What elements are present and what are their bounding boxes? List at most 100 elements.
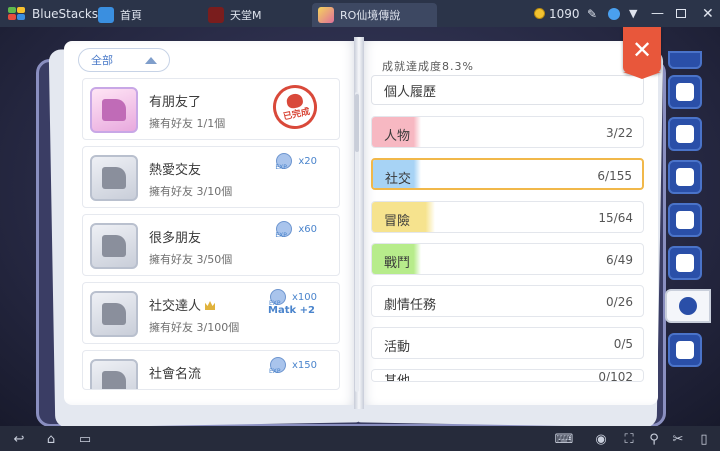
achievement-desc: 擁有好友 3/10個 (149, 185, 233, 198)
exp-icon (275, 221, 293, 239)
side-tab-medal[interactable] (665, 289, 711, 323)
crown-icon (205, 301, 216, 310)
completed-stamp-text: 已完成 (282, 107, 311, 123)
back-icon[interactable]: ↩ (8, 431, 30, 447)
bag-icon (676, 254, 694, 272)
category-story-quests[interactable]: 劇情任務 0/26 (371, 285, 644, 317)
category-label: 人物 (384, 129, 411, 144)
minimize-icon[interactable]: — (651, 0, 664, 27)
category-count: 6/49 (606, 253, 633, 267)
reward-amount: x100 (291, 291, 317, 303)
category-count: 0/26 (606, 295, 633, 309)
side-tab-profile[interactable] (668, 117, 702, 151)
side-tab-pet[interactable] (668, 51, 702, 69)
tab-ro[interactable]: RO仙境傳說 (312, 3, 437, 27)
compass-icon (676, 341, 694, 359)
achievement-item[interactable]: 熱愛交友 擁有好友 3/10個 x20 (82, 146, 340, 208)
side-tab-book[interactable] (668, 160, 702, 194)
head-icon (676, 125, 694, 143)
game-area: 全部 有朋友了 擁有好友 1/1個 已完成 熱愛交友 擁有好友 3/10個 x2… (0, 27, 720, 426)
reward-amount: x150 (291, 359, 317, 371)
category-label: 戰鬥 (384, 256, 411, 271)
tab-home-label: 首頁 (120, 9, 142, 22)
category-adventure[interactable]: 冒險 15/64 (371, 201, 644, 233)
tab-lineage-m[interactable]: 天堂M (202, 3, 307, 27)
category-people[interactable]: 人物 3/22 (371, 116, 644, 148)
personal-record-label: 個人履歷 (384, 84, 437, 100)
tab-lineage-m-label: 天堂M (230, 9, 262, 22)
pin-icon[interactable]: ✎ (587, 0, 597, 27)
app-title: BlueStacks (32, 6, 99, 21)
achievement-name: 有朋友了 (149, 95, 202, 110)
category-other[interactable]: 其他 0/102 (371, 369, 644, 382)
achievement-thumbnail (90, 359, 138, 389)
achievement-desc: 擁有好友 3/50個 (149, 253, 233, 266)
exp-reward: x20 (275, 153, 317, 171)
reward-amount: x20 (298, 155, 317, 167)
side-tab-bag[interactable] (668, 246, 702, 280)
category-label: 其他 (384, 374, 411, 382)
category-label: 活動 (384, 340, 411, 355)
achievement-item[interactable]: 有朋友了 擁有好友 1/1個 已完成 (82, 78, 340, 140)
category-social[interactable]: 社交 6/155 (371, 158, 644, 190)
exp-reward: x150 (269, 357, 317, 375)
exp-icon (269, 289, 286, 307)
exp-reward: x100 (269, 289, 317, 307)
filter-label: 全部 (91, 54, 113, 67)
category-count: 0/5 (613, 337, 633, 351)
stat-bonus: Matk +2 (268, 305, 315, 316)
tab-ro-label: RO仙境傳說 (340, 9, 401, 22)
category-count: 3/22 (606, 126, 633, 140)
chat-icon (676, 83, 694, 101)
eye-icon[interactable]: ◉ (592, 431, 610, 447)
close-window-icon[interactable]: ✕ (702, 0, 714, 27)
personal-record-button[interactable]: 個人履歷 (371, 75, 644, 105)
scissors-icon[interactable]: ✂ (670, 431, 686, 447)
coin-count: 1090 (549, 6, 580, 21)
phone-icon[interactable]: ▯ (696, 431, 712, 447)
category-label: 社交 (385, 172, 412, 187)
menu-down-icon[interactable]: ▼ (629, 0, 637, 27)
recent-apps-icon[interactable]: ▭ (74, 431, 96, 447)
achievement-name: 很多朋友 (149, 231, 202, 246)
achievement-name: 社交達人 (149, 295, 216, 314)
achievement-thumbnail (90, 223, 138, 269)
category-label: 冒險 (384, 214, 411, 229)
lineage-m-icon (208, 7, 224, 23)
side-tab-compass[interactable] (668, 333, 702, 367)
achievement-progress: 成就達成度8.3% (382, 60, 474, 73)
achievement-desc: 擁有好友 3/100個 (149, 321, 240, 334)
exp-reward: x60 (275, 221, 317, 239)
category-events[interactable]: 活動 0/5 (371, 327, 644, 359)
coin-icon (534, 8, 545, 19)
achievement-item[interactable]: 很多朋友 擁有好友 3/50個 x60 (82, 214, 340, 276)
ro-game-icon (318, 7, 334, 23)
location-icon[interactable]: ⚲ (646, 431, 662, 447)
coin-counter[interactable]: 1090 (534, 0, 580, 27)
close-book-button[interactable]: ✕ (623, 27, 661, 79)
close-icon: ✕ (631, 36, 653, 64)
achievement-desc: 擁有好友 1/1個 (149, 117, 226, 130)
exp-icon (269, 357, 286, 375)
achievement-name: 社會名流 (149, 367, 202, 382)
side-tab-guild[interactable] (668, 75, 702, 109)
category-battle[interactable]: 戰鬥 6/49 (371, 243, 644, 275)
medal-icon (679, 297, 697, 315)
achievement-thumbnail (90, 155, 138, 201)
achievement-item[interactable]: 社會名流 x150 (82, 350, 340, 390)
category-count: 0/102 (598, 370, 633, 382)
achievement-thumbnail (90, 87, 138, 133)
maximize-icon[interactable] (676, 0, 686, 27)
window-titlebar: BlueStacks 首頁 天堂M RO仙境傳說 1090 ✎ ▼ — ✕ (0, 0, 720, 27)
achievement-scrollbar[interactable] (355, 92, 359, 392)
side-tab-card[interactable] (668, 203, 702, 237)
keyboard-icon[interactable]: ⌨ (548, 431, 580, 447)
card-icon (676, 211, 694, 229)
tab-home[interactable]: 首頁 (92, 3, 197, 27)
category-count: 15/64 (598, 211, 633, 225)
fullscreen-icon[interactable]: ⛶ (620, 431, 638, 447)
bluestacks-status-icon[interactable] (608, 0, 620, 27)
achievement-item[interactable]: 社交達人 擁有好友 3/100個 x100 Matk +2 (82, 282, 340, 344)
filter-dropdown[interactable]: 全部 (78, 48, 170, 72)
home-icon[interactable]: ⌂ (40, 431, 62, 447)
